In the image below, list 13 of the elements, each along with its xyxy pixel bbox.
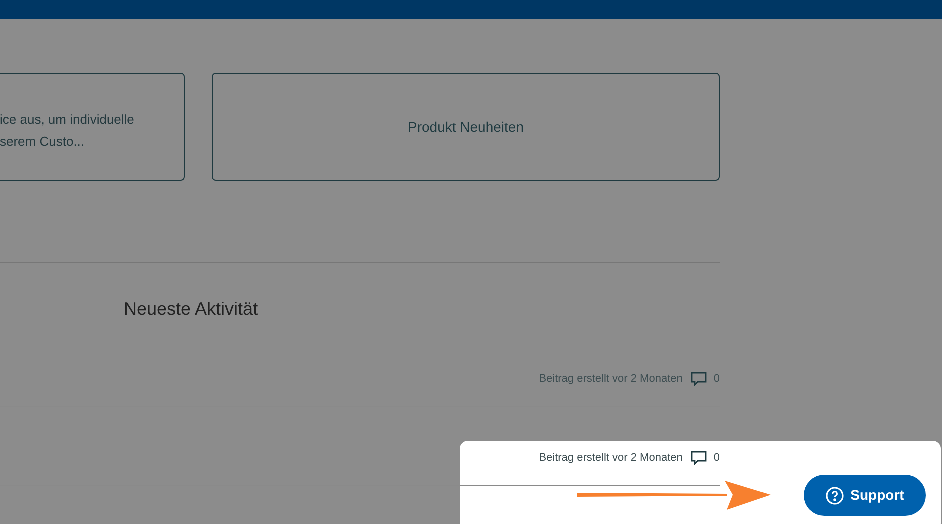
post-meta: Beitrag erstellt vor 2 Monaten: [539, 372, 683, 387]
post-meta: Beitrag erstellt vor 2 Monaten: [539, 450, 683, 466]
comment-icon: [690, 450, 707, 466]
card-title: Produkt Neuheiten: [408, 118, 524, 136]
section-heading: Neueste Aktivität: [124, 299, 258, 319]
comment-count: 0: [714, 372, 720, 387]
support-button[interactable]: Support: [804, 475, 926, 516]
help-icon: [826, 486, 844, 504]
card-text: ice aus, um individuelle: [0, 111, 136, 129]
comment-count: 0: [714, 450, 720, 466]
card-text: serem Custo...: [0, 133, 86, 151]
card[interactable]: Produkt Neuheiten: [212, 73, 720, 181]
comment-icon: [690, 372, 707, 386]
